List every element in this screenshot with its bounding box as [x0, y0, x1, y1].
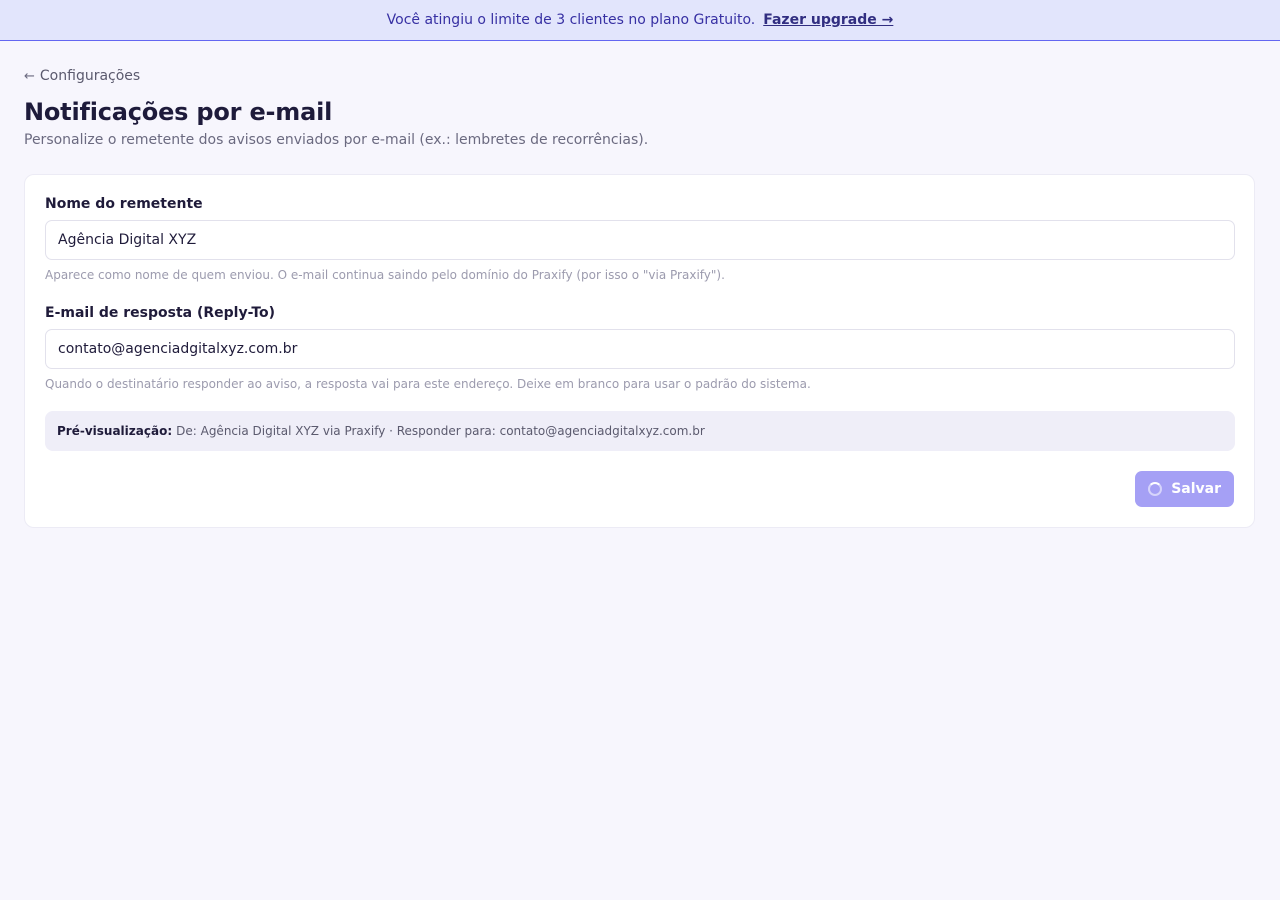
save-button[interactable]: Salvar — [1135, 471, 1234, 507]
reply-to-input[interactable] — [45, 329, 1235, 369]
upgrade-link[interactable]: Fazer upgrade → — [763, 12, 893, 28]
banner-message: Você atingiu o limite de 3 clientes no p… — [386, 12, 756, 28]
reply-to-label: E-mail de resposta (Reply-To) — [45, 305, 276, 321]
upgrade-banner: Você atingiu o limite de 3 clientes no p… — [0, 0, 1280, 41]
save-button-label: Salvar — [1171, 481, 1221, 497]
reply-to-hint: Quando o destinatário responder ao aviso… — [45, 377, 811, 391]
back-link-label: Configurações — [39, 68, 141, 84]
email-settings-card: Nome do remetente Aparece como nome de q… — [24, 174, 1255, 528]
sender-name-hint: Aparece como nome de quem enviou. O e-ma… — [45, 268, 725, 282]
page-subtitle: Personalize o remetente dos avisos envia… — [24, 132, 649, 148]
arrow-left-icon: ← — [24, 68, 35, 84]
reply-to-field: E-mail de resposta (Reply-To) Quando o d… — [45, 302, 1235, 391]
settings-page: ← Configurações Notificações por e-mail … — [0, 41, 1280, 528]
form-actions: Salvar — [45, 471, 1234, 507]
sender-name-label: Nome do remetente — [45, 196, 203, 212]
preview-text: De: Agência Digital XYZ via Praxify · Re… — [176, 424, 705, 438]
preview-label: Pré-visualização: — [57, 424, 173, 438]
sender-name-field: Nome do remetente Aparece como nome de q… — [45, 193, 1235, 282]
email-preview: Pré-visualização: De: Agência Digital XY… — [45, 411, 1235, 451]
page-title: Notificações por e-mail — [24, 98, 333, 126]
sender-name-input[interactable] — [45, 220, 1235, 260]
back-to-settings-link[interactable]: ← Configurações — [24, 68, 140, 84]
loading-spinner-icon — [1148, 482, 1163, 496]
